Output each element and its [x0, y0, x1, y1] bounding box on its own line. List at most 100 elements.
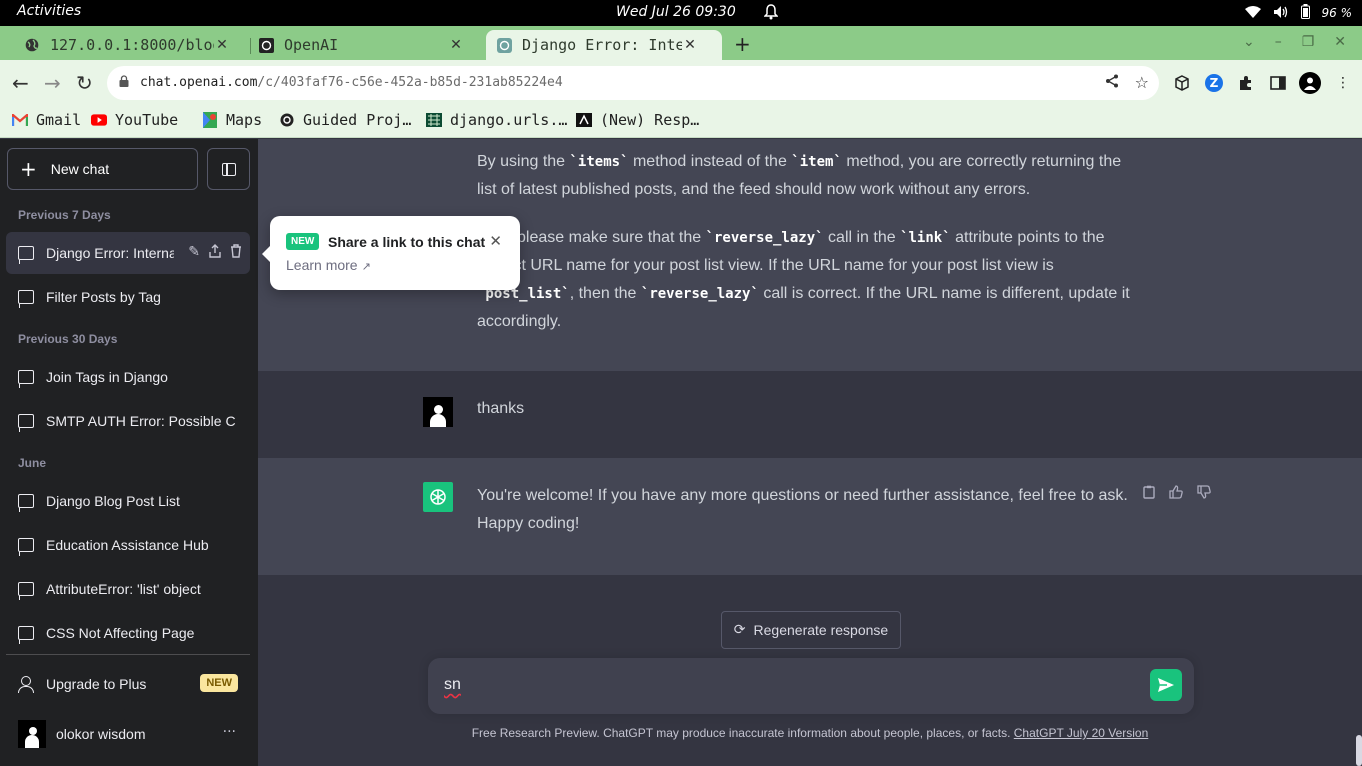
side-panel-icon[interactable]	[1269, 74, 1287, 92]
scrollbar-thumb[interactable]	[1356, 735, 1362, 766]
bookmark-label: Maps	[226, 111, 263, 129]
tab-title: 127.0.0.1:8000/blog/f	[50, 36, 214, 54]
sidebar-item-label: Filter Posts by Tag	[46, 289, 161, 305]
learn-more-link[interactable]: Learn more ↗	[286, 257, 371, 273]
sidebar-item-css-not-affecting[interactable]: CSS Not Affecting Page	[6, 612, 250, 654]
share-icon[interactable]	[1105, 73, 1119, 92]
section-june: June	[18, 456, 47, 470]
chat-bubble-icon	[18, 582, 34, 600]
youtube-icon	[91, 113, 107, 127]
battery-icon[interactable]	[1300, 4, 1310, 22]
tab-openai[interactable]: OpenAI ✕	[248, 30, 484, 60]
bookmark-new-response[interactable]: (New) Resp…	[576, 111, 699, 129]
django-docs-icon	[426, 113, 442, 127]
back-arrow-icon[interactable]: ←	[12, 71, 29, 95]
sidebar-item-attribute-error[interactable]: AttributeError: 'list' object	[6, 568, 250, 610]
address-bar[interactable]: chat.openai.com/c/403faf76-c56e-452a-b85…	[107, 66, 1159, 100]
chatgpt-logo-icon	[423, 482, 453, 512]
extension-z-icon[interactable]: Z	[1205, 74, 1223, 92]
extensions-puzzle-icon[interactable]	[1237, 74, 1255, 92]
message-paragraph: Also, please make sure that the `reverse…	[477, 224, 1137, 336]
text-run: method instead of the	[628, 153, 792, 170]
forward-arrow-icon[interactable]: →	[44, 71, 61, 95]
tab-close-icon[interactable]: ✕	[214, 37, 230, 53]
edit-pencil-icon[interactable]: ✎	[188, 244, 200, 262]
reload-icon[interactable]: ↻	[76, 71, 93, 95]
volume-icon[interactable]	[1273, 5, 1289, 22]
sidebar-item-filter-posts[interactable]: Filter Posts by Tag	[6, 276, 250, 318]
bookmark-maps[interactable]: Maps	[202, 111, 262, 129]
globe-icon	[24, 37, 40, 53]
bookmark-label: Gmail	[36, 111, 82, 129]
bookmark-youtube[interactable]: YouTube	[91, 111, 178, 129]
notification-bell-icon	[763, 4, 779, 24]
bookmark-guided-project[interactable]: Guided Proj…	[279, 111, 411, 129]
bookmark-star-icon[interactable]: ☆	[1135, 73, 1149, 92]
message-input[interactable]: sn	[428, 658, 1194, 714]
bookmark-django-urls[interactable]: django.urls.…	[426, 111, 567, 129]
toggle-sidebar-button[interactable]	[207, 148, 250, 190]
extension-cube-icon[interactable]	[1173, 74, 1191, 92]
upgrade-to-plus-button[interactable]: Upgrade to Plus NEW	[6, 663, 250, 705]
sidebar-item-django-blog[interactable]: Django Blog Post List	[6, 480, 250, 522]
inline-code: `reverse_lazy`	[705, 230, 824, 246]
trash-icon[interactable]	[230, 244, 242, 262]
text-run: By using the	[477, 153, 570, 170]
refresh-icon: ⟳	[733, 622, 746, 638]
thumbs-down-icon[interactable]	[1197, 485, 1211, 503]
text-run: call in the	[823, 229, 901, 246]
lock-icon[interactable]	[119, 75, 129, 87]
user-profile-button[interactable]: olokor wisdom ···	[6, 713, 250, 755]
version-link[interactable]: ChatGPT July 20 Version	[1014, 726, 1149, 740]
gmail-icon	[12, 113, 28, 127]
plus-icon: +	[20, 157, 37, 181]
sidebar-item-smtp-auth[interactable]: SMTP AUTH Error: Possible Ca	[6, 400, 250, 442]
copy-clipboard-icon[interactable]	[1143, 485, 1155, 503]
sidebar-item-label: Django Blog Post List	[46, 493, 180, 509]
chatgpt-icon	[496, 37, 512, 53]
close-window-icon[interactable]: ✕	[1334, 34, 1346, 50]
bookmarks-bar: Gmail YouTube Maps Guided Proj… django.u…	[0, 106, 1362, 138]
thumbs-up-icon[interactable]	[1169, 485, 1183, 503]
send-arrow-icon	[1158, 678, 1174, 692]
sidebar-item-django-error[interactable]: Django Error: Interna ✎	[6, 232, 250, 274]
chat-bubble-icon	[18, 626, 34, 644]
sidebar-item-education-hub[interactable]: Education Assistance Hub	[6, 524, 250, 566]
tab-close-icon[interactable]: ✕	[448, 37, 464, 53]
tab-search-chevron-icon[interactable]: ⌄	[1243, 34, 1255, 50]
battery-percent: 96 %	[1321, 6, 1353, 20]
popup-title: Share a link to this chat	[328, 234, 486, 250]
new-badge: NEW	[200, 674, 238, 692]
bookmark-gmail[interactable]: Gmail	[12, 111, 81, 129]
profile-avatar[interactable]	[1299, 72, 1321, 94]
new-chat-button[interactable]: + New chat	[7, 148, 198, 190]
maximize-icon[interactable]: ❐	[1302, 34, 1315, 50]
send-button[interactable]	[1150, 669, 1182, 701]
share-upload-icon[interactable]	[208, 244, 222, 262]
openai-icon	[258, 37, 274, 53]
user-message-text: thanks	[477, 400, 525, 417]
more-options-icon[interactable]: ···	[223, 724, 236, 740]
user-avatar	[423, 397, 453, 427]
tab-close-icon[interactable]: ✕	[682, 37, 698, 53]
url-text[interactable]: chat.openai.com/c/403faf76-c56e-452a-b85…	[140, 75, 563, 90]
sidebar-item-join-tags[interactable]: Join Tags in Django	[6, 356, 250, 398]
minimize-icon[interactable]: –	[1275, 34, 1282, 50]
chat-bubble-icon	[18, 538, 34, 556]
regenerate-response-button[interactable]: ⟳ Regenerate response	[721, 611, 901, 649]
system-clock[interactable]: Wed Jul 26 09:30	[616, 4, 736, 20]
sidebar-item-label: Education Assistance Hub	[46, 537, 209, 553]
section-previous-7-days: Previous 7 Days	[18, 208, 111, 222]
activities-button[interactable]: Activities	[17, 3, 81, 19]
chrome-menu-icon[interactable]: ⋮	[1334, 74, 1352, 92]
tab-django-error[interactable]: Django Error: Inter ✕	[486, 30, 722, 60]
regenerate-label: Regenerate response	[753, 622, 889, 638]
inline-code: `item`	[791, 154, 842, 170]
bookmark-label: Guided Proj…	[303, 111, 412, 129]
sidebar-panel-icon	[222, 163, 236, 176]
new-tab-plus-icon[interactable]: +	[734, 32, 751, 56]
wifi-icon[interactable]	[1244, 5, 1261, 21]
close-icon[interactable]: ✕	[489, 232, 502, 250]
message-input-value[interactable]: sn	[444, 676, 461, 694]
tab-localhost-blog[interactable]: 127.0.0.1:8000/blog/f ✕	[14, 30, 250, 60]
